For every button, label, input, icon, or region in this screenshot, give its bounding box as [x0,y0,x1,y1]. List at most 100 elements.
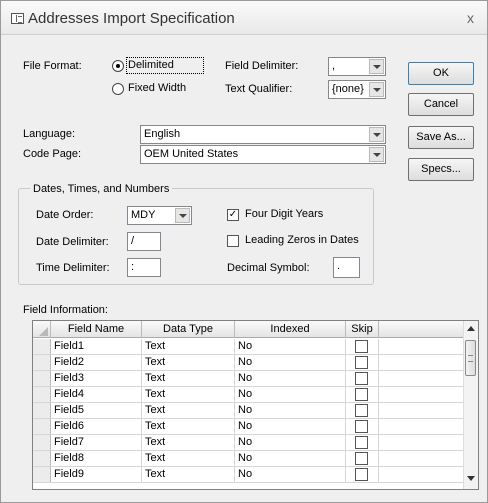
field-name-cell[interactable]: Field3 [51,371,142,386]
row-selector[interactable] [33,467,51,482]
skip-cell[interactable] [346,355,379,370]
field-information-label: Field Information: [23,304,108,316]
table-row[interactable]: Field2 Text No [33,355,467,371]
field-name-cell[interactable]: Field7 [51,435,142,450]
field-name-cell[interactable]: Field9 [51,467,142,482]
scroll-thumb[interactable] [465,340,476,376]
four-digit-years-checkbox[interactable]: ✓ [227,209,239,221]
skip-cell[interactable] [346,387,379,402]
ok-button[interactable]: OK [408,62,474,85]
field-name-cell[interactable]: Field5 [51,403,142,418]
table-row[interactable]: Field4 Text No [33,387,467,403]
row-selector[interactable] [33,387,51,402]
skip-checkbox[interactable] [355,468,368,481]
chevron-down-icon[interactable] [175,208,190,223]
vertical-scrollbar[interactable] [463,321,478,489]
leading-zeros-checkbox[interactable] [227,235,239,247]
field-name-cell[interactable]: Field2 [51,355,142,370]
skip-checkbox[interactable] [355,436,368,449]
indexed-cell[interactable]: No [235,371,346,386]
data-type-cell[interactable]: Text [142,435,235,450]
field-delimiter-label: Field Delimiter: [225,60,299,72]
row-selector[interactable] [33,451,51,466]
data-type-cell[interactable]: Text [142,355,235,370]
close-icon[interactable]: x [467,10,474,26]
skip-cell[interactable] [346,371,379,386]
row-selector[interactable] [33,371,51,386]
field-name-cell[interactable]: Field8 [51,451,142,466]
skip-checkbox[interactable] [355,372,368,385]
column-header-indexed[interactable]: Indexed [235,321,346,338]
date-delimiter-input[interactable]: / [127,232,161,251]
indexed-cell[interactable]: No [235,355,346,370]
skip-cell[interactable] [346,467,379,482]
skip-cell[interactable] [346,451,379,466]
delimited-radio[interactable] [112,60,124,72]
skip-checkbox[interactable] [355,420,368,433]
data-type-cell[interactable]: Text [142,403,235,418]
table-row[interactable]: Field5 Text No [33,403,467,419]
table-row[interactable]: Field8 Text No [33,451,467,467]
data-type-cell[interactable]: Text [142,387,235,402]
data-type-cell[interactable]: Text [142,467,235,482]
fixed-width-radio[interactable] [112,83,124,95]
indexed-cell[interactable]: No [235,403,346,418]
four-digit-years-label: Four Digit Years [245,208,324,220]
chevron-down-icon[interactable] [369,127,384,142]
row-selector[interactable] [33,403,51,418]
decimal-symbol-label: Decimal Symbol: [227,262,310,274]
indexed-cell[interactable]: No [235,435,346,450]
text-qualifier-select[interactable]: {none} [328,80,386,99]
specs-button[interactable]: Specs... [408,158,474,181]
save-as-button[interactable]: Save As... [408,126,474,149]
table-row[interactable]: Field7 Text No [33,435,467,451]
indexed-cell[interactable]: No [235,387,346,402]
chevron-down-icon[interactable] [369,59,384,74]
text-qualifier-value: {none} [332,83,364,95]
field-name-cell[interactable]: Field4 [51,387,142,402]
table-row[interactable]: Field9 Text No [33,467,467,483]
decimal-symbol-input[interactable]: . [333,257,360,278]
skip-cell[interactable] [346,339,379,354]
time-delimiter-input[interactable]: : [127,258,161,277]
skip-checkbox[interactable] [355,388,368,401]
data-type-cell[interactable]: Text [142,339,235,354]
skip-checkbox[interactable] [355,356,368,369]
indexed-cell[interactable]: No [235,339,346,354]
code-page-select[interactable]: OEM United States [140,145,386,164]
row-selector[interactable] [33,419,51,434]
data-type-cell[interactable]: Text [142,371,235,386]
skip-checkbox[interactable] [355,452,368,465]
table-row[interactable]: Field6 Text No [33,419,467,435]
cancel-button[interactable]: Cancel [408,93,474,116]
scroll-up-arrow-icon[interactable] [467,326,475,331]
row-selector[interactable] [33,435,51,450]
table-row[interactable]: Field3 Text No [33,371,467,387]
select-all-corner[interactable] [33,321,51,338]
date-order-select[interactable]: MDY [127,206,192,225]
column-header-skip[interactable]: Skip [346,321,379,338]
chevron-down-icon[interactable] [369,82,384,97]
scroll-down-arrow-icon[interactable] [467,476,475,481]
language-select[interactable]: English [140,125,386,144]
skip-cell[interactable] [346,419,379,434]
row-selector[interactable] [33,355,51,370]
skip-cell[interactable] [346,435,379,450]
field-info-grid[interactable]: Field Name Data Type Indexed Skip Field1… [32,320,479,490]
data-type-cell[interactable]: Text [142,419,235,434]
row-selector[interactable] [33,339,51,354]
field-name-cell[interactable]: Field6 [51,419,142,434]
field-name-cell[interactable]: Field1 [51,339,142,354]
skip-checkbox[interactable] [355,340,368,353]
field-delimiter-select[interactable]: , [328,57,386,76]
indexed-cell[interactable]: No [235,467,346,482]
column-header-field-name[interactable]: Field Name [51,321,142,338]
indexed-cell[interactable]: No [235,419,346,434]
data-type-cell[interactable]: Text [142,451,235,466]
skip-cell[interactable] [346,403,379,418]
indexed-cell[interactable]: No [235,451,346,466]
skip-checkbox[interactable] [355,404,368,417]
chevron-down-icon[interactable] [369,147,384,162]
table-row[interactable]: Field1 Text No [33,339,467,355]
column-header-data-type[interactable]: Data Type [142,321,235,338]
